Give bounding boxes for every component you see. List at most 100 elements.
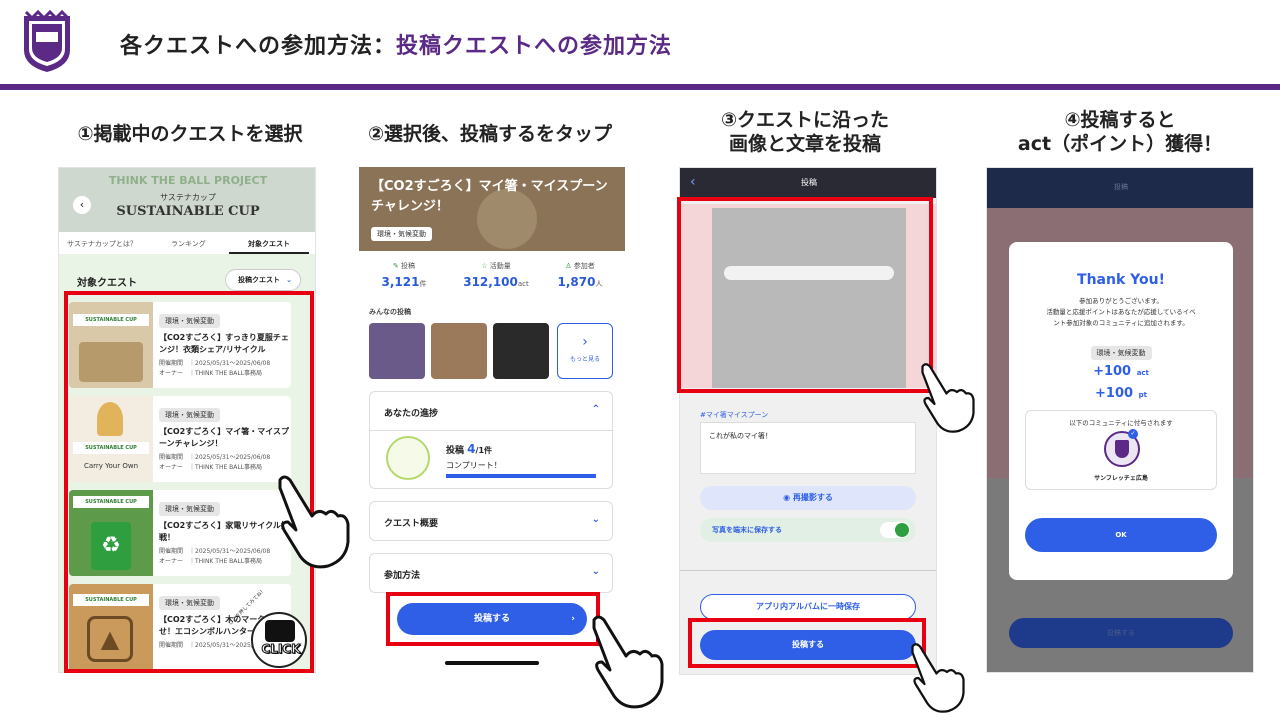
camera-icon: ◉ [783, 493, 791, 502]
nav-title: 投稿 [801, 178, 817, 187]
banner-line3: SUSTAINABLE CUP [116, 204, 260, 219]
ok-button[interactable]: OK [1025, 518, 1217, 552]
community-name: サンフレッチェ広島 [1094, 475, 1148, 482]
save-toggle-label: 写真を端末に保存する [712, 526, 782, 534]
posts-label: みんなの投稿 [369, 308, 411, 316]
overview-label: クエスト概要 [384, 519, 439, 529]
screen4-thank-you: 投稿 投稿する Thank You! 参加ありがとうございます。 活動量と応援ポイ… [986, 167, 1254, 673]
filter-dropdown[interactable]: 投稿クエスト ⌄ [225, 269, 301, 291]
chevron-right-icon: › [582, 334, 588, 350]
section-title: 対象クエスト [77, 278, 137, 289]
nav-bar: ‹ 投稿 [680, 168, 936, 198]
star-icon: ☆ [481, 262, 488, 270]
retake-label: 再撮影する [792, 493, 833, 502]
chevron-down-icon: ⌄ [286, 276, 292, 284]
howto-accordion[interactable]: 参加方法 ⌄ [369, 553, 613, 593]
progress-total: /1件 [475, 446, 493, 455]
progress-bar-fill [446, 474, 596, 478]
toggle-knob [895, 523, 909, 537]
banner-tag: 環境・気候変動 [371, 227, 432, 241]
progress-title: あなたの進捗 [384, 409, 439, 419]
save-toggle-row: 写真を端末に保存する [700, 518, 916, 542]
stat-posts: ✎ 投稿 3,121件 [369, 261, 439, 290]
stat-label: 投稿 [401, 262, 416, 270]
divider [680, 570, 936, 571]
home-indicator [445, 661, 539, 665]
check-icon: ✓ [1128, 429, 1138, 439]
step3-title-line2: 画像と文章を投稿 [728, 133, 881, 155]
thank-you-modal: Thank You! 参加ありがとうございます。 活動量と応援ポイントはあなたが応… [1009, 242, 1233, 580]
title-highlight: 投稿クエストへの参加方法 [396, 34, 673, 59]
progress-count-label: 投稿 [446, 446, 465, 456]
overview-accordion[interactable]: クエスト概要 ⌄ [369, 501, 613, 541]
stat-label: 活動量 [489, 262, 511, 270]
progress-bar-track [446, 474, 596, 478]
act-unit: act [1136, 369, 1149, 377]
stat-value: 312,100 [463, 275, 518, 289]
stat-participants: ♙ 参加者 1,870人 [545, 261, 615, 290]
post-thumbnail[interactable] [369, 323, 425, 379]
highlight-photo [677, 197, 933, 393]
edit-icon: ✎ [392, 262, 399, 270]
stat-value: 1,870 [557, 275, 596, 289]
progress-count-value: 4 [467, 442, 476, 456]
message-line3: ント参加対象のコミュニティに追加されます。 [1053, 319, 1189, 327]
album-save-button[interactable]: アプリ内アルバムに一時保存 [700, 594, 916, 620]
divider [370, 430, 614, 431]
stat-activity: ☆ 活動量 312,100act [451, 261, 541, 290]
pt-value: +100 [1095, 386, 1134, 401]
banner-title: 【CO2すごろく】マイ箸・マイスプーンチャレンジ！ [371, 179, 608, 214]
progress-accordion[interactable]: あなたの進捗 ⌃ 投稿 4/1件 コンプリート！ [369, 391, 614, 489]
tab-ranking[interactable]: ランキング [171, 239, 206, 249]
stat-unit: act [517, 280, 529, 288]
pt-unit: pt [1138, 391, 1147, 399]
chevron-down-icon: ⌄ [591, 514, 600, 525]
community-box: 以下のコミュニティに付与されます ✓ サンフレッチェ広島 [1025, 410, 1217, 490]
step4-title-line2: act（ポイント）獲得！ [1017, 133, 1223, 155]
progress-count: 投稿 4/1件 [446, 442, 492, 456]
tab-target-quests[interactable]: 対象クエスト [229, 239, 309, 254]
caption-text: これが私のマイ箸！ [709, 432, 772, 440]
save-toggle[interactable] [880, 522, 910, 538]
act-reward: +100 act [1009, 360, 1233, 379]
page-title: 各クエストへの参加方法：投稿クエストへの参加方法 [120, 28, 672, 60]
pointing-hand-icon [592, 615, 664, 709]
step2-title: ②選択後、投稿するをタップ [367, 123, 613, 145]
post-thumbnail[interactable] [431, 323, 487, 379]
progress-status: コンプリート！ [446, 461, 502, 470]
more-posts-button[interactable]: › もっと見る [557, 323, 613, 379]
pt-reward: +100 pt [1009, 382, 1233, 401]
more-label: もっと見る [569, 356, 600, 363]
pointing-hand-icon [278, 475, 350, 569]
pointing-hand-icon [921, 363, 975, 433]
community-intro: 以下のコミュニティに付与されます [1069, 419, 1173, 427]
highlight-post-button [386, 592, 600, 646]
quest-banner: 【CO2すごろく】マイ箸・マイスプーンチャレンジ！ 環境・気候変動 [359, 167, 625, 251]
title-prefix: 各クエストへの参加方法： [120, 34, 397, 59]
step3-title-line1: ③クエストに沿った [720, 109, 890, 131]
chevron-down-icon: ⌄ [591, 566, 600, 577]
stat-unit: 人 [595, 280, 603, 288]
person-icon: ♙ [565, 262, 572, 270]
category-tag: 環境・気候変動 [1090, 346, 1152, 360]
post-thumbnail[interactable] [493, 323, 549, 379]
quest-badge-icon [386, 436, 430, 480]
chevron-up-icon: ⌃ [591, 404, 600, 415]
stat-value: 3,121 [381, 275, 420, 289]
step1-title: ①掲載中のクエストを選択 [77, 123, 303, 145]
tab-about[interactable]: サステナカップとは？ [67, 239, 137, 249]
step3-title: ③クエストに沿った 画像と文章を投稿 [660, 108, 950, 156]
howto-label: 参加方法 [384, 571, 421, 581]
hashtag: #マイ箸マイスプーン [700, 411, 769, 419]
sustainable-cup-banner: THINK THE BALL PROJECT サステナカップ SUSTAINAB… [59, 168, 315, 232]
act-value: +100 [1093, 364, 1132, 379]
message-line1: 参加ありがとうございます。 [1079, 297, 1163, 305]
caption-textarea[interactable]: これが私のマイ箸！ [700, 422, 916, 474]
thank-you-title: Thank You! [1077, 272, 1165, 288]
club-emblem-logo [16, 9, 78, 74]
step4-title: ④投稿すると act（ポイント）獲得！ [980, 108, 1260, 156]
tab-bar: サステナカップとは？ ランキング 対象クエスト [59, 232, 315, 254]
retake-button[interactable]: ◉ 再撮影する [700, 486, 916, 510]
stat-label: 参加者 [573, 262, 595, 270]
back-icon[interactable]: ‹ [73, 196, 91, 214]
